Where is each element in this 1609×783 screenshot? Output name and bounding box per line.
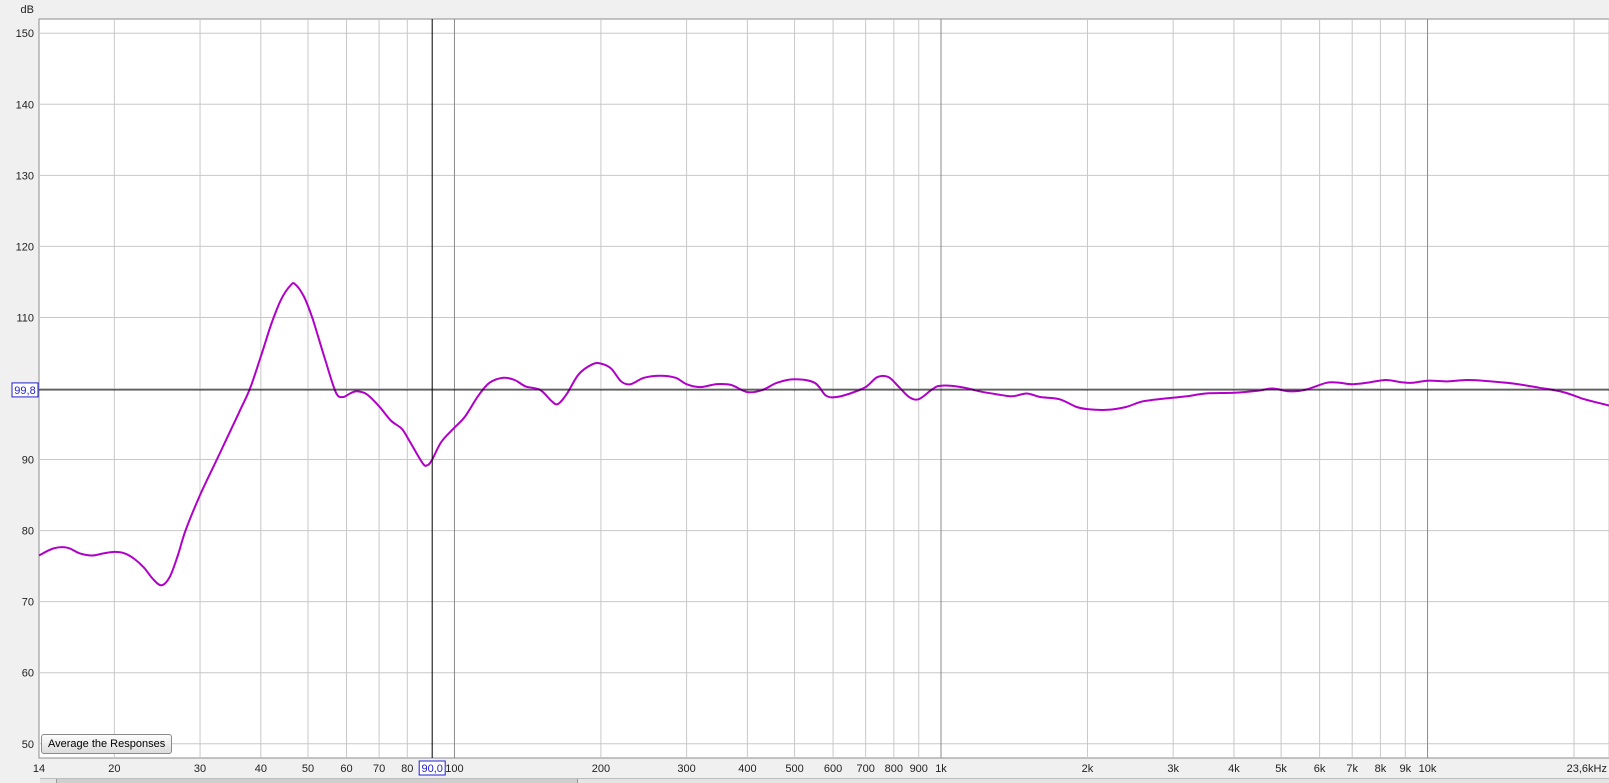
x-tick-label: 700	[856, 763, 874, 775]
x-tick-label: 6k	[1314, 763, 1326, 775]
x-tick-label: 23,6kHz	[1567, 763, 1607, 775]
x-tick-label: 10k	[1419, 763, 1437, 775]
x-tick-label: 600	[824, 763, 842, 775]
x-tick-label: 900	[910, 763, 928, 775]
y-unit-label: dB	[21, 4, 34, 16]
x-tick-label: 2k	[1082, 763, 1094, 775]
x-tick-label: 8k	[1375, 763, 1387, 775]
x-tick-label: 14	[33, 763, 45, 775]
scrollbar-thumb[interactable]	[56, 779, 578, 783]
x-tick-label: 80	[401, 763, 413, 775]
x-tick-label: 60	[340, 763, 352, 775]
x-tick-label: 50	[302, 763, 314, 775]
x-axis-ticks: 14 20 30 40 50 60 70 80 100 200 300 400 500 600 700 800…	[33, 763, 1607, 775]
x-tick-label: 5k	[1275, 763, 1287, 775]
y-tick-label: 110	[16, 312, 34, 324]
y-tick-label: 50	[22, 739, 34, 751]
y-tick-label: 130	[16, 170, 34, 182]
y-tick-label: 60	[22, 668, 34, 680]
cursor-x-readout: 90,0	[421, 763, 442, 775]
x-tick-label: 300	[677, 763, 695, 775]
x-tick-label: 800	[885, 763, 903, 775]
horizontal-scrollbar[interactable]	[40, 778, 1609, 783]
x-tick-label: 1k	[935, 763, 947, 775]
x-tick-label: 30	[194, 763, 206, 775]
x-tick-label: 20	[108, 763, 120, 775]
y-tick-label: 150	[16, 28, 34, 40]
x-tick-label: 40	[255, 763, 267, 775]
frequency-response-chart[interactable]: 99,8 90,0 50 60 70 80 90 110 120 130 140 150 14 20 3…	[0, 0, 1609, 782]
x-tick-label: 400	[738, 763, 756, 775]
y-tick-label: 120	[16, 241, 34, 253]
y-tick-label: 70	[22, 597, 34, 609]
x-tick-label: 7k	[1346, 763, 1358, 775]
x-tick-label: 200	[592, 763, 610, 775]
x-tick-label: 4k	[1228, 763, 1240, 775]
x-tick-label: 9k	[1399, 763, 1411, 775]
x-tick-label: 100	[445, 763, 463, 775]
cursor-y-readout: 99,8	[14, 385, 35, 397]
average-responses-button[interactable]: Average the Responses	[41, 734, 173, 754]
y-tick-label: 140	[16, 99, 34, 111]
x-tick-label: 70	[373, 763, 385, 775]
y-tick-label: 90	[22, 455, 34, 467]
x-tick-label: 3k	[1167, 763, 1179, 775]
x-tick-label: 500	[785, 763, 803, 775]
y-tick-label: 80	[22, 526, 34, 538]
